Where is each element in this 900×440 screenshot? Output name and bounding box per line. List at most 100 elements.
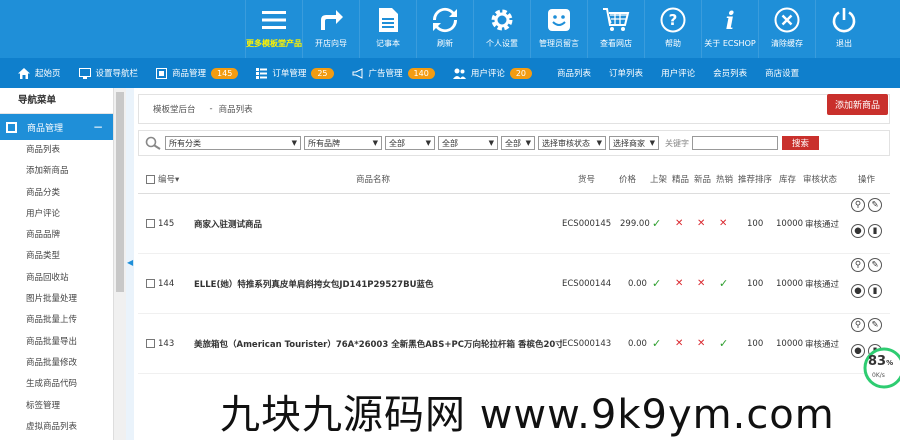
top-nav-about[interactable]: i 关于 ECSHOP bbox=[701, 0, 758, 58]
copy-icon[interactable]: ● bbox=[851, 224, 865, 238]
row-sort[interactable]: 100 bbox=[747, 219, 763, 229]
trash-icon[interactable]: ▮ bbox=[868, 284, 882, 298]
select-all-checkbox[interactable] bbox=[146, 174, 155, 184]
sidebar-item-image-batch[interactable]: 图片批量处理 bbox=[0, 289, 113, 310]
sidebar-item-batch-export[interactable]: 商品批量导出 bbox=[0, 332, 113, 353]
onsale-check-icon[interactable]: ✓ bbox=[652, 337, 661, 350]
sidebar-item-batch-upload[interactable]: 商品批量上传 bbox=[0, 310, 113, 331]
hot-check-icon[interactable]: ✓ bbox=[719, 277, 728, 290]
row-stock[interactable]: 10000 bbox=[776, 279, 803, 289]
top-nav-wizard[interactable]: 开店向导 bbox=[302, 0, 359, 58]
row-id[interactable]: 143 bbox=[146, 338, 174, 349]
sidebar-item-add-product[interactable]: 添加新商品 bbox=[0, 161, 113, 182]
subnav-home[interactable]: 起始页 bbox=[0, 58, 70, 88]
top-nav-personal-settings[interactable]: 个人设置 bbox=[473, 0, 530, 58]
sidebar-item-user-comments[interactable]: 用户评论 bbox=[0, 204, 113, 225]
best-cross-icon[interactable]: ✕ bbox=[675, 278, 683, 289]
top-nav-refresh[interactable]: 刷新 bbox=[416, 0, 473, 58]
row-name[interactable]: ELLE(她）特推系列真皮单肩斜挎女包JD141P29527BU蓝色 bbox=[194, 278, 433, 290]
collapse-arrow-icon[interactable]: ◀ bbox=[127, 258, 133, 267]
new-cross-icon[interactable]: ✕ bbox=[697, 338, 705, 349]
hot-check-icon[interactable]: ✓ bbox=[719, 337, 728, 350]
sidebar-item-product-type[interactable]: 商品类型 bbox=[0, 246, 113, 267]
row-sn[interactable]: ECS000143 bbox=[562, 338, 612, 349]
subnav-shop-settings[interactable]: 商店设置 bbox=[756, 58, 808, 88]
trash-icon[interactable]: ▮ bbox=[868, 224, 882, 238]
collapse-minus-icon[interactable]: − bbox=[93, 120, 103, 134]
view-icon[interactable]: ⚲ bbox=[851, 258, 865, 272]
top-nav-view-shop[interactable]: 查看网店 bbox=[587, 0, 644, 58]
sidebar-item-batch-edit[interactable]: 商品批量修改 bbox=[0, 353, 113, 374]
row-checkbox[interactable] bbox=[146, 338, 155, 348]
type-select[interactable]: 全部 ▼ bbox=[385, 136, 435, 150]
row-checkbox[interactable] bbox=[146, 218, 155, 228]
sidebar-scrollbar[interactable] bbox=[114, 88, 126, 440]
sidebar-item-product-brand[interactable]: 商品品牌 bbox=[0, 225, 113, 246]
new-cross-icon[interactable]: ✕ bbox=[697, 218, 705, 229]
search-button[interactable]: 搜索 bbox=[782, 136, 820, 150]
new-cross-icon[interactable]: ✕ bbox=[697, 278, 705, 289]
sidebar-item-recycle-bin[interactable]: 商品回收站 bbox=[0, 268, 113, 289]
sidebar-collapse-bar[interactable]: ◀ bbox=[126, 88, 134, 440]
subnav-order-manage[interactable]: 订单管理 25 bbox=[247, 58, 342, 88]
sidebar-item-virtual-products[interactable]: 虚拟商品列表 bbox=[0, 417, 113, 438]
subnav-user-comment-list[interactable]: 用户评论 bbox=[652, 58, 704, 88]
best-cross-icon[interactable]: ✕ bbox=[675, 338, 683, 349]
subnav-member-list[interactable]: 会员列表 bbox=[704, 58, 756, 88]
top-nav-help[interactable]: ? 帮助 bbox=[644, 0, 701, 58]
breadcrumb: 模板堂后台 - 商品列表 bbox=[138, 94, 890, 124]
top-nav-notepad[interactable]: 记事本 bbox=[359, 0, 416, 58]
sale-select[interactable]: 全部 ▼ bbox=[501, 136, 535, 150]
row-stock[interactable]: 10000 bbox=[776, 339, 803, 349]
row-price[interactable]: 0.00 bbox=[628, 279, 647, 289]
add-product-button[interactable]: 添加新商品 bbox=[826, 94, 888, 115]
row-price[interactable]: 299.00 bbox=[620, 219, 650, 229]
row-sn[interactable]: ECS000144 bbox=[562, 279, 611, 289]
brand-select[interactable]: 所有品牌 ▼ bbox=[304, 136, 382, 150]
subnav-user-comments[interactable]: 用户评论 20 bbox=[444, 58, 541, 88]
sidebar-item-product-category[interactable]: 商品分类 bbox=[0, 183, 113, 204]
row-checkbox[interactable] bbox=[146, 278, 155, 288]
sidebar-group-product-manage[interactable]: 商品管理 − bbox=[0, 114, 113, 140]
row-sort[interactable]: 100 bbox=[747, 339, 763, 349]
row-sort[interactable]: 100 bbox=[747, 279, 763, 289]
onsale-check-icon[interactable]: ✓ bbox=[652, 277, 661, 290]
onsale-check-icon[interactable]: ✓ bbox=[652, 217, 661, 230]
row-name[interactable]: 美旅箱包（American Tourister）76A*26003 全新黑色AB… bbox=[194, 338, 564, 350]
status-select[interactable]: 全部 ▼ bbox=[438, 136, 498, 150]
hot-cross-icon[interactable]: ✕ bbox=[719, 218, 727, 229]
edit-icon[interactable]: ✎ bbox=[868, 318, 882, 332]
top-nav-clear-cache[interactable]: 清除缓存 bbox=[758, 0, 815, 58]
network-speed-widget[interactable]: 83% 0K/s bbox=[860, 345, 900, 391]
top-nav-more-products[interactable]: 更多模板堂产品 bbox=[245, 0, 302, 58]
category-select[interactable]: 所有分类 ▼ bbox=[165, 136, 301, 150]
subnav-ad-manage[interactable]: 广告管理 140 bbox=[343, 58, 444, 88]
row-price[interactable]: 0.00 bbox=[628, 339, 647, 349]
sidebar-item-product-list[interactable]: 商品列表 bbox=[0, 140, 113, 161]
merchant-select[interactable]: 选择商家 ▼ bbox=[609, 136, 659, 150]
top-nav-logout[interactable]: 退出 bbox=[815, 0, 872, 58]
row-id[interactable]: 145 bbox=[146, 218, 174, 229]
scrollbar-thumb[interactable] bbox=[116, 92, 124, 292]
header-id[interactable]: 编号▾ bbox=[146, 173, 179, 185]
sidebar-item-tag-manage[interactable]: 标签管理 bbox=[0, 396, 113, 417]
best-cross-icon[interactable]: ✕ bbox=[675, 218, 683, 229]
row-id[interactable]: 144 bbox=[146, 278, 174, 289]
view-icon[interactable]: ⚲ bbox=[851, 198, 865, 212]
keyword-input[interactable] bbox=[692, 136, 778, 150]
review-status-select[interactable]: 选择审核状态 ▼ bbox=[538, 136, 606, 150]
copy-icon[interactable]: ● bbox=[851, 284, 865, 298]
sidebar-item-generate-code[interactable]: 生成商品代码 bbox=[0, 374, 113, 395]
subnav-order-list[interactable]: 订单列表 bbox=[600, 58, 652, 88]
row-stock[interactable]: 10000 bbox=[776, 219, 803, 229]
edit-icon[interactable]: ✎ bbox=[868, 198, 882, 212]
row-name[interactable]: 商家入驻测试商品 bbox=[194, 218, 262, 230]
view-icon[interactable]: ⚲ bbox=[851, 318, 865, 332]
breadcrumb-root[interactable]: 模板堂后台 bbox=[153, 103, 196, 115]
row-sn[interactable]: ECS000145 bbox=[562, 219, 611, 229]
subnav-product-manage[interactable]: 商品管理 145 bbox=[147, 58, 247, 88]
subnav-set-navbar[interactable]: 设置导航栏 bbox=[70, 58, 148, 88]
subnav-product-list[interactable]: 商品列表 bbox=[541, 58, 600, 88]
edit-icon[interactable]: ✎ bbox=[868, 258, 882, 272]
top-nav-admin-message[interactable]: 管理员留言 bbox=[530, 0, 587, 58]
